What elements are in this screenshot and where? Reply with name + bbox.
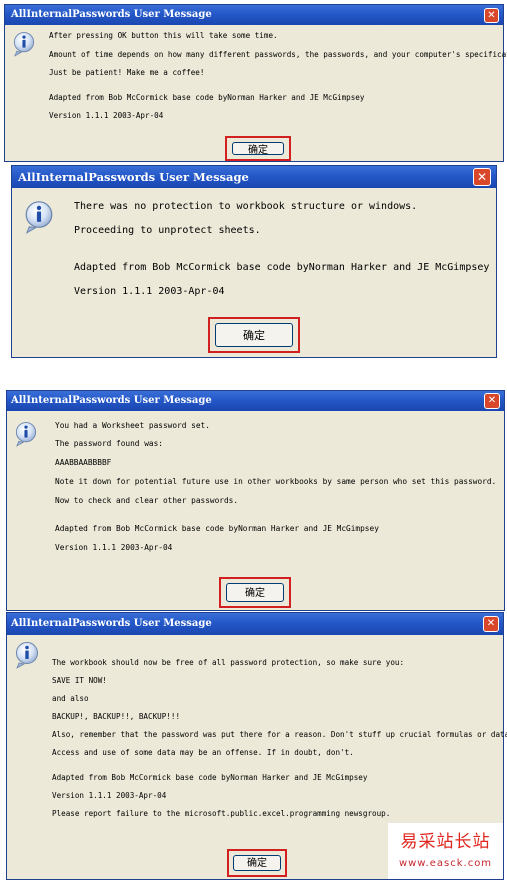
message-line: Adapted from Bob McCormick base code byN… [52,773,368,782]
message-line: Adapted from Bob McCormick base code byN… [74,262,490,273]
message-dialog-1: AllInternalPasswords User Message ✕ Afte… [4,4,507,162]
message-line: There was no protection to workbook stru… [74,201,418,212]
message-line: Note it down for potential future use in… [55,477,497,486]
ok-button[interactable]: 确定 [233,855,281,871]
message-line: The password found was: [55,439,163,448]
site-watermark: 易采站长站 www.easck.com [388,823,503,879]
message-line: Access and use of some data may be an of… [52,748,354,757]
message-line: Version 1.1.1 2003-Apr-04 [74,286,225,297]
message-line: Proceeding to unprotect sheets. [74,225,261,236]
ok-button[interactable]: 确定 [232,142,284,156]
message-line: After pressing OK button this will take … [49,31,278,40]
info-icon [16,642,38,669]
message-line: Adapted from Bob McCormick base code byN… [55,524,379,533]
ok-button-highlight: 确定 [227,849,287,877]
ok-button-highlight: 确定 [208,317,300,353]
watermark-url: www.easck.com [398,858,493,869]
info-icon [13,32,35,57]
message-line: Adapted from Bob McCormick base code byN… [49,93,365,102]
message-line: Now to check and clear other passwords. [55,496,239,505]
watermark-title: 易采站长站 [400,832,491,852]
message-dialog-3: AllInternalPasswords User Message ✕ You … [6,390,505,611]
message-line: Also, remember that the password was put… [52,730,507,739]
close-button[interactable]: ✕ [484,8,499,23]
message-line: AAABBAABBBBF [55,458,112,467]
dialog-title: AllInternalPasswords User Message [7,613,503,635]
message-line: Please report failure to the microsoft.p… [52,809,391,818]
message-line: Amount of time depends on how many diffe… [49,50,507,59]
message-dialog-2: AllInternalPasswords User Message ✕ Ther… [11,165,497,358]
message-line: Version 1.1.1 2003-Apr-04 [55,543,173,552]
message-line: Version 1.1.1 2003-Apr-04 [49,111,164,120]
message-line: The workbook should now be free of all p… [52,658,405,667]
ok-button[interactable]: 确定 [215,323,293,347]
info-icon [15,422,37,447]
dialog-title: AllInternalPasswords User Message [7,391,504,411]
message-line: and also [52,694,89,703]
close-button[interactable]: ✕ [484,393,500,409]
message-line: Just be patient! Make me a coffee! [49,68,205,77]
ok-button-highlight: 确定 [219,577,291,608]
message-line: BACKUP!, BACKUP!!, BACKUP!!! [52,712,181,721]
close-button[interactable]: ✕ [483,616,499,632]
message-line: Version 1.1.1 2003-Apr-04 [52,791,167,800]
ok-button[interactable]: 确定 [226,583,284,602]
close-button[interactable]: ✕ [473,168,491,186]
message-line: SAVE IT NOW! [52,676,107,685]
message-line: You had a Worksheet password set. [55,421,210,430]
ok-button-highlight: 确定 [225,136,291,161]
dialog-title: AllInternalPasswords User Message [12,166,496,188]
info-icon [25,201,53,234]
dialog-title: AllInternalPasswords User Message [5,5,503,25]
